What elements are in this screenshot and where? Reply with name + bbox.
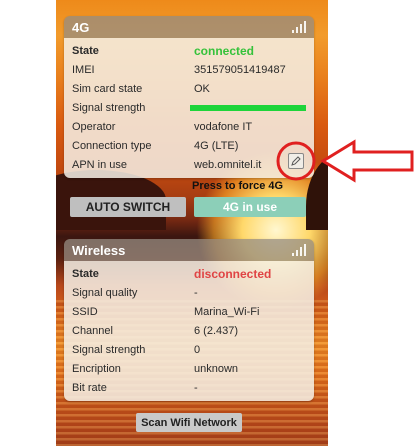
- channel-row: Channel 6 (2.437): [72, 321, 306, 340]
- connection-type-value: 4G (LTE): [194, 139, 239, 152]
- cellular-panel-header: 4G: [64, 16, 314, 38]
- encription-row: Encription unknown: [72, 359, 306, 378]
- arrow-left-icon: [320, 139, 414, 183]
- apn-edit-button[interactable]: [288, 153, 304, 169]
- imei-value: 351579051419487: [194, 63, 286, 76]
- signal-strength-row: Signal strength: [72, 98, 306, 117]
- bit-rate-row: Bit rate -: [72, 378, 306, 397]
- connection-type-row: Connection type 4G (LTE): [72, 136, 306, 155]
- row-label: State: [72, 267, 99, 280]
- 4g-in-use-button[interactable]: 4G in use: [194, 197, 306, 217]
- cellular-state-row: State connected: [72, 41, 306, 60]
- auto-switch-button[interactable]: AUTO SWITCH: [70, 197, 186, 217]
- scan-wifi-button[interactable]: Scan Wifi Network: [136, 413, 242, 432]
- row-label: Encription: [72, 362, 121, 375]
- row-label: Bit rate: [72, 381, 107, 394]
- ssid-value: Marina_Wi-Fi: [194, 305, 260, 318]
- wifi-signal-strength-value: 0: [194, 343, 201, 356]
- row-label: Signal strength: [72, 343, 146, 356]
- signal-bars-icon: [292, 244, 306, 256]
- row-label: Signal quality: [72, 286, 138, 299]
- signal-quality-row: Signal quality -: [72, 283, 306, 302]
- bit-rate-value: -: [194, 381, 198, 394]
- signal-quality-value: -: [194, 286, 198, 299]
- operator-row: Operator vodafone IT: [72, 117, 306, 136]
- apn-row: APN in use web.omnitel.it: [72, 155, 306, 174]
- signal-bars-icon: [292, 21, 306, 33]
- row-label: Sim card state: [72, 82, 143, 95]
- edit-icon: [291, 156, 301, 166]
- signal-strength-bar: [190, 104, 306, 111]
- channel-value: 6 (2.437): [194, 324, 239, 337]
- wireless-title: Wireless: [72, 242, 126, 258]
- row-label: Channel: [72, 324, 113, 337]
- cellular-state-value: connected: [194, 43, 255, 58]
- row-label: State: [72, 44, 99, 57]
- row-label: Operator: [72, 120, 116, 133]
- force-4g-hint: Press to force 4G: [192, 180, 284, 192]
- encription-value: unknown: [194, 362, 239, 375]
- wireless-panel-body: State disconnected Signal quality - SSID…: [64, 261, 314, 401]
- row-label: IMEI: [72, 63, 95, 76]
- cellular-panel-body: State connected IMEI 351579051419487 Sim…: [64, 38, 314, 178]
- ssid-row: SSID Marina_Wi-Fi: [72, 302, 306, 321]
- wireless-state-row: State disconnected: [72, 264, 306, 283]
- row-label: APN in use: [72, 158, 128, 171]
- operator-value: vodafone IT: [194, 120, 253, 133]
- row-label: Connection type: [72, 139, 152, 152]
- app-screen: 4G State connected IMEI 351579051419487 …: [56, 0, 328, 446]
- row-label: SSID: [72, 305, 98, 318]
- cellular-title: 4G: [72, 19, 90, 35]
- imei-row: IMEI 351579051419487: [72, 60, 306, 79]
- row-label: Signal strength: [72, 101, 146, 114]
- sim-row: Sim card state OK: [72, 79, 306, 98]
- cellular-panel: 4G State connected IMEI 351579051419487 …: [64, 16, 314, 178]
- sim-value: OK: [194, 82, 210, 95]
- wifi-signal-strength-row: Signal strength 0: [72, 340, 306, 359]
- wireless-state-value: disconnected: [194, 266, 272, 281]
- wireless-panel-header: Wireless: [64, 239, 314, 261]
- wireless-panel: Wireless State disconnected Signal quali…: [64, 239, 314, 401]
